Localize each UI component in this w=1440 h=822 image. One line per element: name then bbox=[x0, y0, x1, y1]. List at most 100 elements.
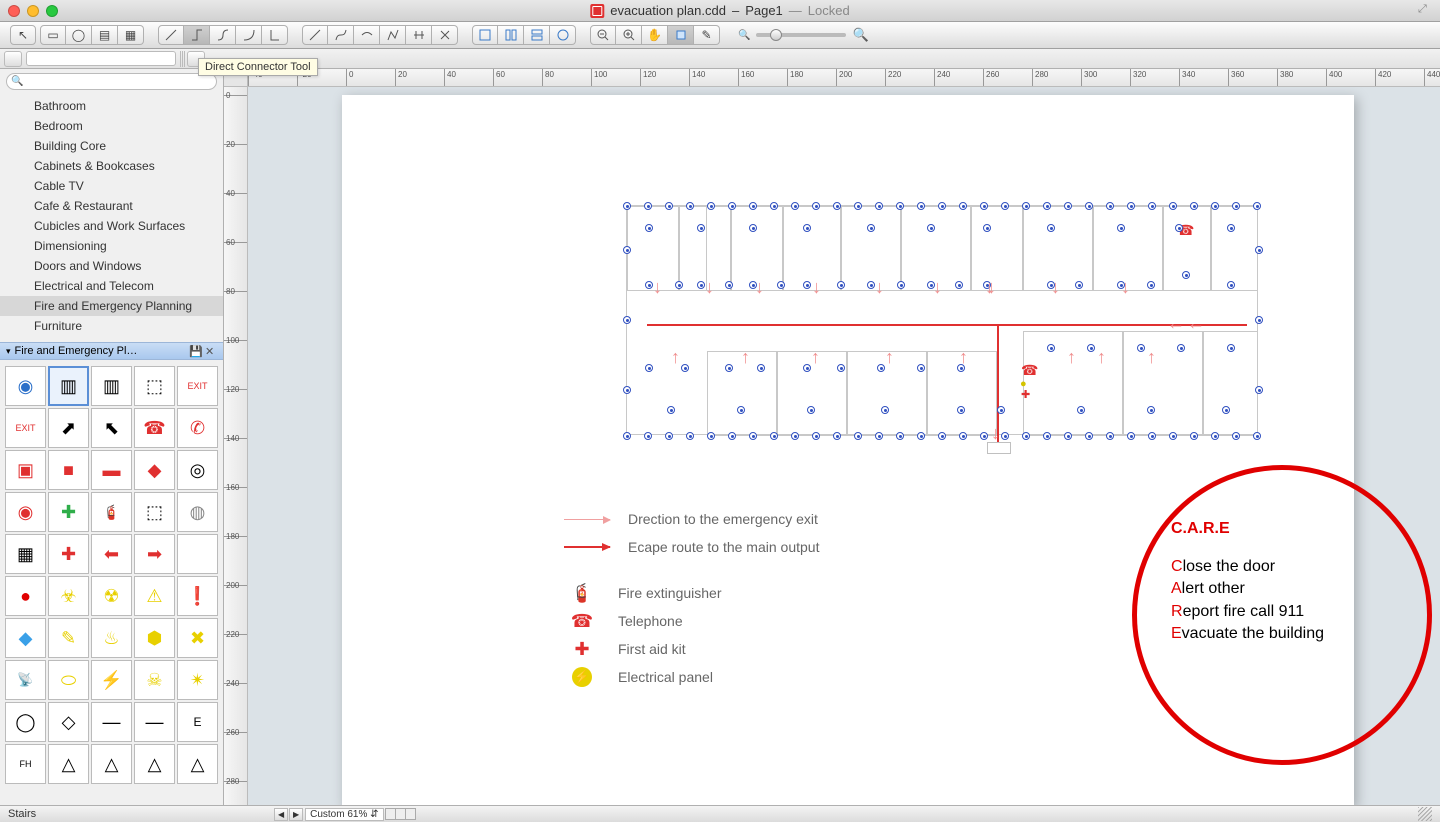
connection-point[interactable] bbox=[1127, 432, 1135, 440]
zoom-in-icon[interactable]: 🔍 bbox=[852, 27, 868, 43]
connection-point[interactable] bbox=[1022, 202, 1030, 210]
connection-point[interactable] bbox=[1127, 202, 1135, 210]
connection-point[interactable] bbox=[757, 364, 765, 372]
shape-swatch[interactable]: ▥ bbox=[91, 366, 132, 406]
save-library-icon[interactable]: 💾 bbox=[189, 345, 201, 357]
shape-swatch[interactable]: ⬭ bbox=[48, 660, 89, 700]
curve-tool[interactable] bbox=[328, 25, 354, 45]
shape-swatch[interactable]: ◎ bbox=[177, 450, 218, 490]
shape-swatch[interactable]: ◯ bbox=[5, 702, 46, 742]
shape-swatch[interactable]: ✎ bbox=[48, 618, 89, 658]
shape-swatch[interactable]: 📡 bbox=[5, 660, 46, 700]
connection-point[interactable] bbox=[1106, 202, 1114, 210]
connection-point[interactable] bbox=[645, 364, 653, 372]
shape-swatch[interactable]: ⬉ bbox=[91, 408, 132, 448]
category-item[interactable]: Cubicles and Work Surfaces bbox=[0, 216, 223, 236]
connection-point[interactable] bbox=[803, 281, 811, 289]
shape-swatch[interactable]: EXIT bbox=[5, 408, 46, 448]
connection-point[interactable] bbox=[1147, 281, 1155, 289]
connection-point[interactable] bbox=[955, 281, 963, 289]
close-window-button[interactable] bbox=[8, 5, 20, 17]
shape-swatch[interactable]: ● bbox=[5, 576, 46, 616]
connection-point[interactable] bbox=[791, 432, 799, 440]
shape-swatch[interactable]: ⚡ bbox=[91, 660, 132, 700]
connection-point[interactable] bbox=[1177, 344, 1185, 352]
shape-swatch[interactable]: ◉ bbox=[5, 366, 46, 406]
connection-point[interactable] bbox=[725, 364, 733, 372]
connection-point[interactable] bbox=[1227, 224, 1235, 232]
connection-point[interactable] bbox=[1077, 406, 1085, 414]
connection-point[interactable] bbox=[645, 281, 653, 289]
shape-swatch[interactable]: ☎ bbox=[134, 408, 175, 448]
connection-point[interactable] bbox=[917, 364, 925, 372]
connection-point[interactable] bbox=[1227, 344, 1235, 352]
eyedropper-tool[interactable]: ✎ bbox=[694, 25, 720, 45]
connection-point[interactable] bbox=[1147, 406, 1155, 414]
shape-swatch[interactable]: ⚠ bbox=[134, 576, 175, 616]
connection-point[interactable] bbox=[812, 432, 820, 440]
connection-point[interactable] bbox=[1043, 202, 1051, 210]
shape-swatch[interactable]: ▬ bbox=[91, 450, 132, 490]
connection-point[interactable] bbox=[1232, 202, 1240, 210]
connection-point[interactable] bbox=[707, 202, 715, 210]
category-item[interactable]: Cable TV bbox=[0, 176, 223, 196]
connection-point[interactable] bbox=[623, 316, 631, 324]
pointer-tool[interactable]: ↖ bbox=[10, 25, 36, 45]
floorplan[interactable]: ☎ ☎ ✚ ● ↓↓↓↓↓↓↓↓↓↓↑↑↑↑↑↑↑↑↓←← bbox=[626, 205, 1258, 435]
shape-swatch[interactable]: ◍ bbox=[177, 492, 218, 532]
category-item[interactable]: Furniture bbox=[0, 316, 223, 336]
shape-swatch[interactable]: ✴ bbox=[177, 660, 218, 700]
connection-point[interactable] bbox=[877, 364, 885, 372]
connection-point[interactable] bbox=[1255, 386, 1263, 394]
connection-point[interactable] bbox=[681, 364, 689, 372]
connection-point[interactable] bbox=[665, 202, 673, 210]
bezier-tool[interactable] bbox=[406, 25, 432, 45]
smart-connector-tool[interactable] bbox=[210, 25, 236, 45]
category-item[interactable]: Electrical and Telecom bbox=[0, 276, 223, 296]
connection-point[interactable] bbox=[938, 202, 946, 210]
quick-input[interactable] bbox=[26, 51, 176, 66]
connection-point[interactable] bbox=[1253, 202, 1261, 210]
connection-point[interactable] bbox=[896, 432, 904, 440]
connection-point[interactable] bbox=[917, 202, 925, 210]
page-tabs[interactable] bbox=[386, 808, 416, 820]
connection-point[interactable] bbox=[803, 224, 811, 232]
align-tool-2[interactable] bbox=[498, 25, 524, 45]
align-tool-3[interactable] bbox=[524, 25, 550, 45]
connector-tool-1[interactable] bbox=[158, 25, 184, 45]
connection-point[interactable] bbox=[803, 364, 811, 372]
minimize-window-button[interactable] bbox=[27, 5, 39, 17]
connection-point[interactable] bbox=[854, 202, 862, 210]
direct-connector-tool[interactable] bbox=[184, 25, 210, 45]
shape-swatch[interactable]: △ bbox=[48, 744, 89, 784]
connection-point[interactable] bbox=[812, 202, 820, 210]
shape-swatch[interactable]: ◇ bbox=[48, 702, 89, 742]
connection-point[interactable] bbox=[1001, 202, 1009, 210]
connection-point[interactable] bbox=[983, 224, 991, 232]
shape-swatch[interactable]: ✚ bbox=[48, 534, 89, 574]
connection-point[interactable] bbox=[623, 432, 631, 440]
connection-point[interactable] bbox=[1085, 202, 1093, 210]
prev-page-button[interactable]: ◀ bbox=[274, 808, 288, 821]
shape-swatch[interactable]: ◆ bbox=[5, 618, 46, 658]
hand-tool[interactable]: ✋ bbox=[642, 25, 668, 45]
library-search-input[interactable] bbox=[6, 73, 217, 90]
connection-point[interactable] bbox=[875, 432, 883, 440]
shape-swatch[interactable]: ▥ bbox=[48, 366, 89, 406]
shape-swatch[interactable]: △ bbox=[134, 744, 175, 784]
zoom-out-tool[interactable] bbox=[590, 25, 616, 45]
zoom-window-button[interactable] bbox=[46, 5, 58, 17]
canvas-scroll[interactable]: ☎ ☎ ✚ ● ↓↓↓↓↓↓↓↓↓↓↑↑↑↑↑↑↑↑↓←← Drection t… bbox=[248, 87, 1440, 805]
zoom-out-icon[interactable]: 🔍 bbox=[738, 30, 750, 41]
connection-point[interactable] bbox=[1227, 281, 1235, 289]
page-canvas[interactable]: ☎ ☎ ✚ ● ↓↓↓↓↓↓↓↓↓↓↑↑↑↑↑↑↑↑↓←← Drection t… bbox=[342, 95, 1354, 805]
connection-point[interactable] bbox=[1001, 432, 1009, 440]
connection-point[interactable] bbox=[997, 406, 1005, 414]
category-item[interactable]: Bathroom bbox=[0, 96, 223, 116]
category-item[interactable]: Dimensioning bbox=[0, 236, 223, 256]
line-tool[interactable] bbox=[302, 25, 328, 45]
shape-swatch[interactable]: ✚ bbox=[48, 492, 89, 532]
category-item[interactable]: Bedroom bbox=[0, 116, 223, 136]
connection-point[interactable] bbox=[749, 202, 757, 210]
shape-swatch[interactable]: △ bbox=[177, 744, 218, 784]
